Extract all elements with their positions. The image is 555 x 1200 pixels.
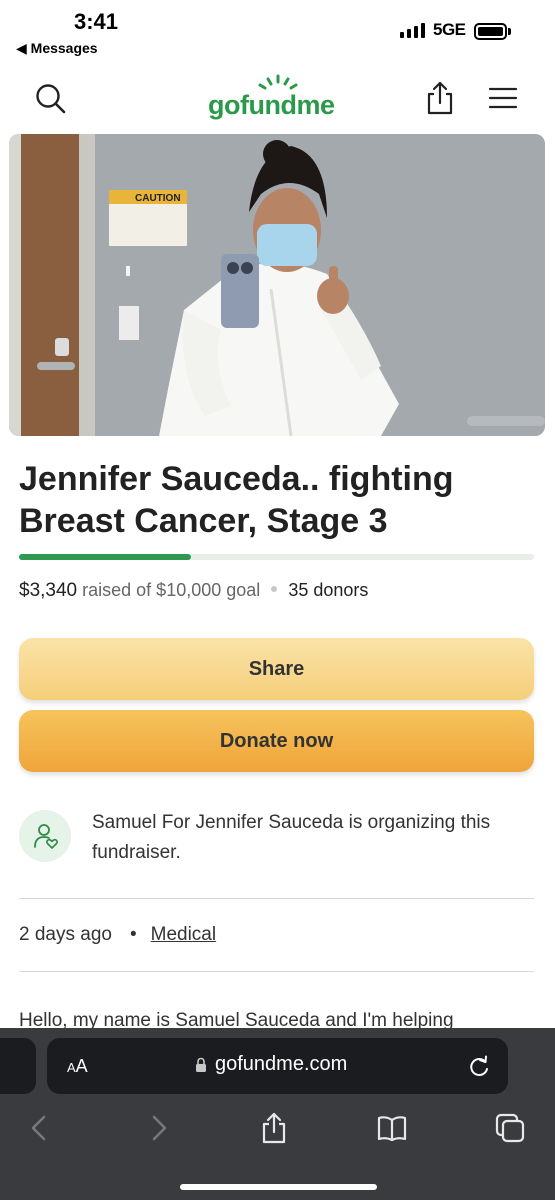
gofundme-logo[interactable]: gofundme (208, 74, 348, 126)
site-header: gofundme (0, 66, 555, 130)
battery-icon (474, 23, 507, 40)
caution-sign-text: CAUTION (135, 193, 181, 204)
tabs-icon[interactable] (494, 1112, 526, 1144)
campaign-photo[interactable]: CAUTION (9, 134, 545, 436)
divider (19, 971, 534, 972)
created-date: 2 days ago (19, 924, 112, 945)
divider (19, 898, 534, 899)
network-type: 5GE (433, 20, 466, 39)
share-icon[interactable] (258, 1112, 290, 1144)
battery-tip (508, 28, 511, 35)
previous-tab[interactable] (0, 1038, 36, 1094)
goal-text: raised of $10,000 goal (82, 580, 261, 600)
signal-icon (400, 22, 425, 38)
reload-icon[interactable] (468, 1054, 490, 1078)
person-heart-icon (34, 824, 58, 849)
url-text: gofundme.com (215, 1053, 348, 1075)
donor-count: 35 donors (288, 580, 369, 600)
organizer-text: Samuel For Jennifer Sauceda is organizin… (92, 812, 491, 863)
donate-now-button[interactable]: Donate now (19, 710, 534, 772)
bookmarks-icon[interactable] (376, 1112, 408, 1144)
meta-bullet: • (129, 924, 137, 945)
progress-bar (19, 554, 534, 560)
lock-icon (196, 1057, 206, 1072)
category-link[interactable]: Medical (151, 924, 216, 945)
progress-fill (19, 554, 191, 560)
forward-icon[interactable] (142, 1112, 174, 1144)
share-icon[interactable] (424, 80, 456, 116)
campaign-title: Jennifer Sauceda.. fighting Breast Cance… (19, 460, 454, 540)
search-icon[interactable] (34, 82, 68, 116)
menu-icon[interactable] (488, 86, 518, 110)
status-bar: 3:41 ◀ Messages 5GE (0, 0, 555, 62)
back-to-messages[interactable]: ◀ Messages (16, 40, 98, 57)
raised-amount: $3,340 (19, 580, 78, 601)
share-button[interactable]: Share (19, 638, 534, 700)
donation-stats: $3,340 raised of $10,000 goal 35 donors (19, 580, 368, 602)
address-bar[interactable]: AA gofundme.com (47, 1038, 508, 1094)
organizer-info: Samuel For Jennifer Sauceda is organizin… (19, 808, 539, 868)
status-time: 3:41 (74, 9, 119, 34)
back-icon[interactable] (24, 1112, 56, 1144)
text-size-button[interactable]: AA (67, 1056, 88, 1077)
browser-toolbar: AA gofundme.com (0, 1028, 555, 1200)
logo-text: gofundme (208, 90, 335, 120)
home-indicator (180, 1184, 377, 1190)
separator-dot (271, 586, 278, 593)
organizer-avatar (19, 810, 71, 862)
campaign-meta: 2 days ago • Medical (19, 924, 216, 946)
